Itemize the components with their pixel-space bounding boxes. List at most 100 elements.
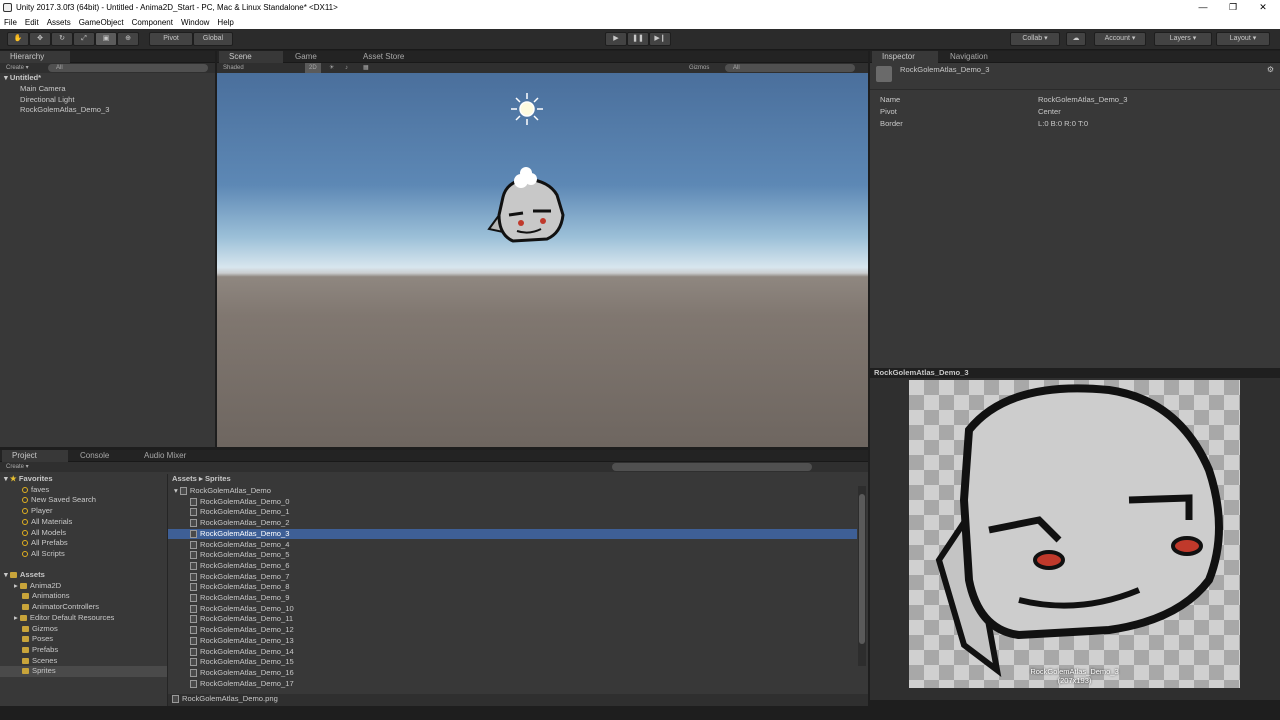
sprite-item[interactable]: RockGolemAtlas_Demo_9 — [168, 593, 857, 604]
tab-console[interactable]: Console — [70, 450, 132, 462]
tab-audio-mixer[interactable]: Audio Mixer — [134, 450, 214, 462]
folder-item[interactable]: ▸ Editor Default Resources — [14, 613, 114, 624]
atlas-row[interactable]: ▾ RockGolemAtlas_Demo — [174, 486, 271, 497]
menu-help[interactable]: Help — [217, 18, 233, 27]
assets-header[interactable]: ▾ Assets — [4, 570, 45, 581]
sprite-icon — [190, 572, 197, 581]
sprite-item[interactable]: RockGolemAtlas_Demo_6 — [168, 561, 857, 572]
transform-tool-icon[interactable]: ⊕ — [117, 32, 139, 46]
menu-edit[interactable]: Edit — [25, 18, 39, 27]
pivot-toggle[interactable]: Pivot — [149, 32, 193, 46]
scrollbar-thumb[interactable] — [859, 494, 865, 644]
sprite-item[interactable]: RockGolemAtlas_Demo_11 — [168, 614, 857, 625]
account-dropdown[interactable]: Account ▾ — [1094, 32, 1146, 46]
sprite-item[interactable]: RockGolemAtlas_Demo_5 — [168, 550, 857, 561]
tab-project[interactable]: Project — [2, 450, 68, 462]
folder-item[interactable]: Prefabs — [22, 645, 58, 656]
hierarchy-item-rockgolem[interactable]: RockGolemAtlas_Demo_3 — [20, 105, 109, 116]
menu-file[interactable]: File — [4, 18, 17, 27]
rotate-tool-icon[interactable]: ↻ — [51, 32, 73, 46]
sprite-item[interactable]: RockGolemAtlas_Demo_12 — [168, 625, 857, 636]
scene-viewport[interactable] — [217, 73, 868, 447]
restore-icon[interactable]: ❐ — [1218, 0, 1248, 15]
settings-gear-icon[interactable]: ⚙ — [1267, 65, 1274, 74]
hierarchy-searchbar: Create ▾ All — [0, 63, 215, 73]
folder-item[interactable]: AnimatorControllers — [22, 602, 99, 613]
scene-search-input[interactable]: All — [725, 64, 855, 72]
audio-toggle-icon[interactable]: ♪ — [345, 63, 348, 73]
breadcrumb-sprites[interactable]: Sprites — [205, 474, 231, 483]
search-icon — [22, 540, 28, 547]
menu-window[interactable]: Window — [181, 18, 209, 27]
favorite-item[interactable]: New Saved Search — [22, 495, 96, 506]
lighting-toggle-icon[interactable]: ☀ — [329, 63, 334, 73]
sprite-item[interactable]: RockGolemAtlas_Demo_17 — [168, 679, 857, 690]
play-button[interactable]: ▶ — [605, 32, 627, 46]
breadcrumb-assets[interactable]: Assets — [172, 474, 197, 483]
shading-dropdown[interactable]: Shaded — [223, 65, 244, 71]
sprite-item[interactable]: RockGolemAtlas_Demo_10 — [168, 604, 857, 615]
favorite-item[interactable]: All Prefabs — [22, 538, 68, 549]
sprite-item[interactable]: RockGolemAtlas_Demo_0 — [168, 497, 857, 508]
favorite-item[interactable]: All Scripts — [22, 549, 65, 560]
global-toggle[interactable]: Global — [193, 32, 233, 46]
favorites-header[interactable]: ▾ ★ Favorites — [4, 474, 53, 485]
sprite-item[interactable]: RockGolemAtlas_Demo_16 — [168, 668, 857, 679]
collab-dropdown[interactable]: Collab ▾ — [1010, 32, 1060, 46]
folder-item[interactable]: Poses — [22, 634, 53, 645]
folder-item-selected[interactable]: Sprites — [0, 666, 167, 677]
minimize-icon[interactable]: — — [1188, 0, 1218, 15]
favorite-item[interactable]: All Models — [22, 528, 66, 539]
mode-2d-toggle[interactable]: 2D — [305, 63, 321, 73]
tab-game[interactable]: Game — [285, 51, 351, 63]
search-icon — [22, 529, 28, 536]
tab-scene[interactable]: Scene — [219, 51, 283, 63]
menu-gameobject[interactable]: GameObject — [79, 18, 124, 27]
project-scrollbar[interactable] — [858, 486, 866, 666]
sprite-item[interactable]: RockGolemAtlas_Demo_2 — [168, 518, 857, 529]
sprite-item[interactable]: RockGolemAtlas_Demo_14 — [168, 647, 857, 658]
menu-component[interactable]: Component — [132, 18, 173, 27]
hierarchy-search-input[interactable]: All — [48, 64, 208, 72]
scene-root-row[interactable]: ▾ Untitled* — [4, 73, 41, 84]
folder-item[interactable]: ▸ Anima2D — [14, 581, 61, 592]
hierarchy-create-button[interactable]: Create — [6, 65, 24, 71]
favorite-item[interactable]: faves — [22, 485, 49, 496]
step-button[interactable]: ▶❙ — [649, 32, 671, 46]
sprite-item-selected[interactable]: RockGolemAtlas_Demo_3 — [168, 528, 857, 540]
pause-button[interactable]: ❚❚ — [627, 32, 649, 46]
sprite-item[interactable]: RockGolemAtlas_Demo_7 — [168, 572, 857, 583]
project-create-button[interactable]: Create — [6, 464, 24, 470]
folder-item[interactable]: Gizmos — [22, 624, 58, 635]
project-search-input[interactable] — [612, 463, 812, 471]
gizmos-dropdown[interactable]: Gizmos — [689, 63, 709, 73]
sprite-item[interactable]: RockGolemAtlas_Demo_15 — [168, 657, 857, 668]
sprite-item[interactable]: RockGolemAtlas_Demo_13 — [168, 636, 857, 647]
scale-tool-icon[interactable]: ⤢ — [73, 32, 95, 46]
layout-dropdown[interactable]: Layout ▾ — [1216, 32, 1270, 46]
tab-navigation[interactable]: Navigation — [940, 51, 1020, 63]
layout-label: Layout — [1229, 35, 1251, 42]
sprite-item[interactable]: RockGolemAtlas_Demo_4 — [168, 540, 857, 551]
favorite-item[interactable]: All Materials — [22, 517, 72, 528]
sprite-item[interactable]: RockGolemAtlas_Demo_1 — [168, 507, 857, 518]
folder-item[interactable]: Animations — [22, 591, 70, 602]
tab-inspector[interactable]: Inspector — [872, 51, 938, 63]
menu-assets[interactable]: Assets — [47, 18, 71, 27]
hand-tool-icon[interactable]: ✋ — [7, 32, 29, 46]
cloud-icon[interactable]: ☁ — [1066, 32, 1086, 46]
favorite-item[interactable]: Player — [22, 506, 53, 517]
effects-toggle-icon[interactable]: ▦ — [363, 63, 369, 73]
field-pivot-value[interactable]: Center — [1038, 107, 1061, 118]
rect-tool-icon[interactable]: ▣ — [95, 32, 117, 46]
field-border-value[interactable]: L:0 B:0 R:0 T:0 — [1038, 119, 1088, 130]
field-name-value[interactable]: RockGolemAtlas_Demo_3 — [1038, 95, 1127, 106]
sprite-item[interactable]: RockGolemAtlas_Demo_8 — [168, 582, 857, 593]
tab-hierarchy[interactable]: Hierarchy — [0, 51, 70, 63]
folder-item[interactable]: Scenes — [22, 656, 57, 667]
layers-dropdown[interactable]: Layers ▾ — [1154, 32, 1212, 46]
move-tool-icon[interactable]: ✥ — [29, 32, 51, 46]
tab-asset-store[interactable]: Asset Store — [353, 51, 443, 63]
close-icon[interactable]: ✕ — [1248, 0, 1278, 15]
hierarchy-item-main-camera[interactable]: Main Camera — [20, 84, 66, 95]
